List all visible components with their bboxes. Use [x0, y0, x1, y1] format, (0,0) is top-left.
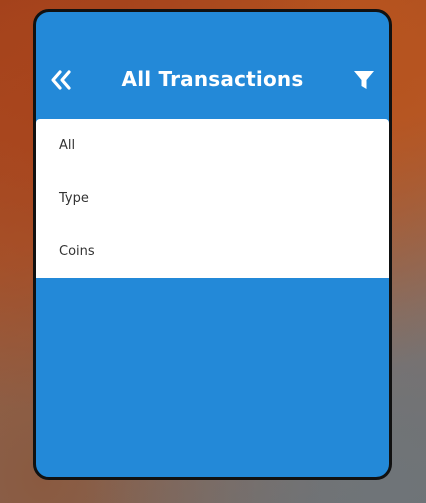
filter-option-label: All	[59, 138, 76, 153]
filter-menu: All Type Coins	[36, 119, 389, 278]
app-header: All Transactions	[36, 12, 389, 120]
filter-button[interactable]	[353, 69, 375, 91]
filter-option-label: Coins	[59, 244, 95, 259]
page-title: All Transactions	[121, 67, 304, 91]
filter-option-all[interactable]: All	[36, 119, 389, 172]
app-window: All Transactions All Type Coins	[33, 9, 392, 480]
filter-option-label: Type	[59, 191, 89, 206]
filter-option-coins[interactable]: Coins	[36, 225, 389, 278]
filter-icon	[354, 71, 374, 89]
filter-option-type[interactable]: Type	[36, 172, 389, 225]
